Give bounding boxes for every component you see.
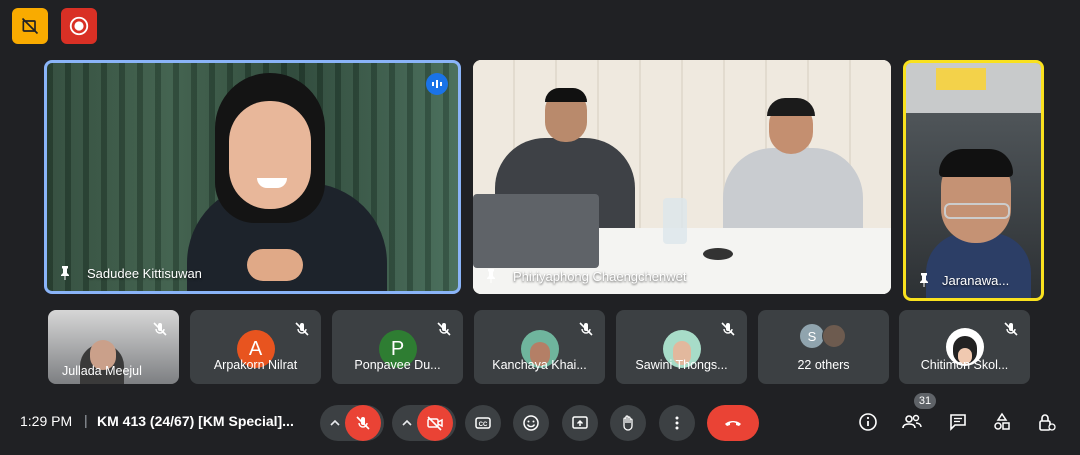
mic-off-icon (437, 322, 451, 336)
emoji-icon (523, 415, 539, 431)
reactions-button[interactable] (513, 405, 549, 441)
participant-tile-highlighted[interactable]: Jaranawa... (903, 60, 1044, 301)
activities-icon (994, 412, 1010, 430)
chevron-up-icon (330, 419, 340, 426)
mic-off-icon (579, 322, 593, 336)
mic-off-icon (295, 322, 309, 336)
more-options-button[interactable] (659, 405, 695, 441)
participant-tile-small[interactable]: A Arpakorn Nilrat (190, 310, 321, 384)
participant-tile-small[interactable]: Sawini Thongs... (616, 310, 747, 384)
pin-icon[interactable] (916, 272, 932, 288)
participant-name: 22 others (797, 358, 850, 372)
participant-name: Ponpavee Du... (354, 358, 441, 372)
camera-toggle-button[interactable] (417, 405, 453, 441)
leave-call-button[interactable] (707, 405, 759, 441)
mic-off-icon (1004, 322, 1018, 336)
meeting-details-button[interactable] (850, 404, 886, 440)
meeting-time: 1:29 PM (20, 413, 73, 429)
people-button[interactable] (894, 404, 930, 440)
record-icon (69, 16, 89, 36)
closed-captions-icon: CC (475, 417, 491, 429)
participant-name: Sawini Thongs... (635, 358, 728, 372)
chat-icon (950, 414, 966, 431)
avatar (822, 324, 846, 348)
hide-self-view-icon (21, 17, 39, 35)
participant-tile-small[interactable]: Kanchaya Khai... (474, 310, 605, 384)
mic-off-icon (721, 322, 735, 336)
chat-button[interactable] (940, 404, 976, 440)
people-icon (902, 414, 922, 429)
pin-icon[interactable] (57, 265, 73, 281)
participant-video (473, 60, 891, 294)
hide-self-view-button[interactable] (12, 8, 48, 44)
svg-text:CC: CC (479, 422, 488, 428)
camera-off-icon (427, 416, 443, 431)
raise-hand-button[interactable] (610, 405, 646, 441)
participant-name: Jullada Meejul (62, 364, 142, 378)
participant-name: Kanchaya Khai... (492, 358, 587, 372)
end-call-icon (725, 421, 741, 426)
activities-button[interactable] (984, 404, 1020, 440)
participant-name: Sadudee Kittisuwan (87, 266, 202, 281)
participant-tile-small[interactable]: P Ponpavee Du... (332, 310, 463, 384)
pin-icon[interactable] (483, 268, 499, 284)
participant-tile-small[interactable]: Chitimon Skol... (899, 310, 1030, 384)
info-icon (859, 413, 877, 431)
mic-off-icon (153, 322, 167, 336)
captions-button[interactable]: CC (465, 405, 501, 441)
separator: | (84, 412, 88, 428)
participant-tile-others[interactable]: S 22 others (758, 310, 889, 384)
participant-video (906, 63, 1041, 298)
chevron-up-icon (402, 419, 412, 426)
participant-name: Jaranawa... (942, 273, 1010, 288)
lock-person-icon (1039, 414, 1056, 431)
participant-name: Arpakorn Nilrat (213, 358, 298, 372)
more-vert-icon (675, 416, 679, 430)
mic-toggle-button[interactable] (345, 405, 381, 441)
participant-count-badge: 31 (914, 393, 936, 409)
avatar: S (800, 324, 824, 348)
participant-tile-speaker[interactable]: Sadudee Kittisuwan (44, 60, 461, 294)
host-controls-button[interactable] (1028, 404, 1064, 440)
participant-name: Chitimon Skol... (920, 358, 1009, 372)
recording-button[interactable] (61, 8, 97, 44)
participant-name: Phiriyaphong Chaengchenwet (513, 269, 687, 284)
present-button[interactable] (562, 405, 598, 441)
present-screen-icon (572, 416, 588, 429)
hand-icon (623, 415, 633, 431)
speaking-indicator (426, 73, 448, 95)
meeting-title: KM 413 (24/67) [KM Special]... (97, 413, 294, 429)
audio-wave-icon (432, 80, 442, 88)
participant-video (157, 73, 387, 291)
participant-tile-small[interactable]: Jullada Meejul (48, 310, 179, 384)
mic-off-icon (356, 416, 370, 430)
participant-tile[interactable]: Phiriyaphong Chaengchenwet (473, 60, 891, 294)
